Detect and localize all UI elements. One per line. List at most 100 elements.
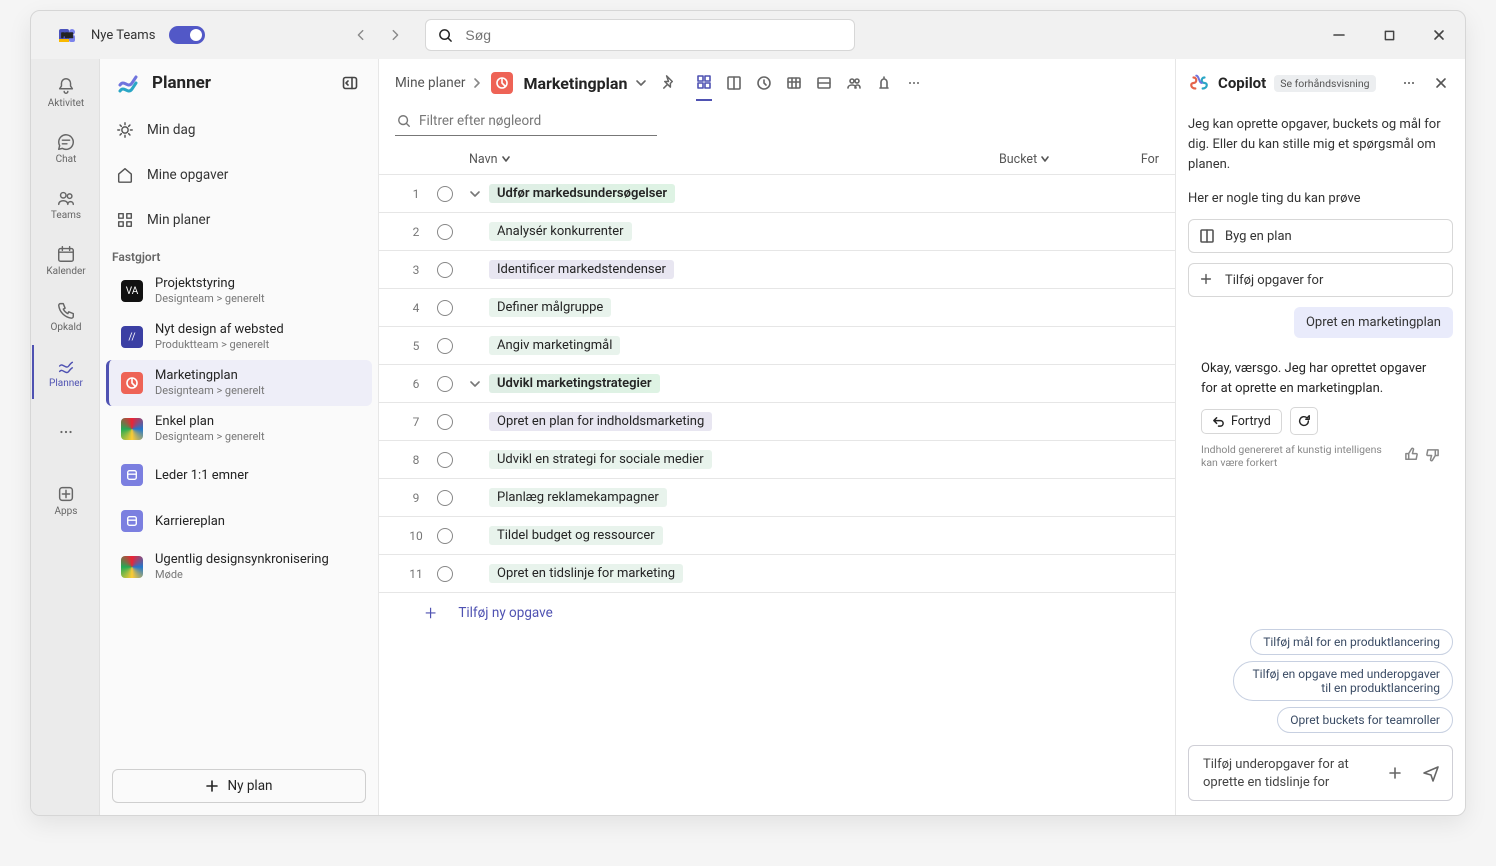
thumbs-up-button[interactable] <box>1404 447 1419 466</box>
suggestion-label: Byg en plan <box>1225 229 1292 244</box>
sidebar-plan-item[interactable]: MarketingplanDesignteam > generelt <box>106 360 372 406</box>
complete-toggle[interactable] <box>437 186 469 202</box>
view-board[interactable] <box>726 65 742 101</box>
plan-title-menu[interactable] <box>635 74 647 93</box>
plan-badge <box>121 418 143 440</box>
maximize-button[interactable] <box>1367 20 1411 50</box>
circle-icon <box>437 452 453 468</box>
new-plan-button[interactable]: Ny plan <box>112 769 366 803</box>
undo-button[interactable]: Fortryd <box>1201 409 1282 434</box>
plus-icon <box>205 779 219 793</box>
complete-toggle[interactable] <box>437 414 469 430</box>
col-name[interactable]: Navn <box>469 152 999 167</box>
add-task-row[interactable]: + Tilføj ny opgave <box>379 592 1175 632</box>
complete-toggle[interactable] <box>437 490 469 506</box>
breadcrumb-root[interactable]: Mine planer <box>395 75 465 91</box>
view-timeline[interactable] <box>786 65 802 101</box>
col-bucket[interactable]: Bucket <box>999 152 1119 167</box>
rail-chat[interactable]: Chat <box>32 121 98 175</box>
plan-badge <box>121 464 143 486</box>
plan-sub: Designteam > generelt <box>155 383 265 398</box>
pin-button[interactable] <box>661 74 676 93</box>
sidebar-myday[interactable]: Min dag <box>100 107 378 152</box>
view-goals[interactable] <box>876 65 892 101</box>
task-label: Udvikl en strategi for sociale medier <box>489 450 712 469</box>
plus-icon: + <box>425 601 436 625</box>
nav-forward-button[interactable] <box>383 23 407 47</box>
rail-calendar[interactable]: Kalender <box>32 233 98 287</box>
sidebar-plan-item[interactable]: Ugentlig designsynkroniseringMøde <box>106 544 372 590</box>
sidebar-plan-item[interactable]: Karriereplan <box>106 498 372 544</box>
task-row[interactable]: 5Angiv marketingmål <box>379 326 1175 364</box>
plan-color-chip <box>491 72 513 94</box>
task-group-row[interactable]: 1Udfør markedsundersøgelser <box>379 174 1175 212</box>
sidebar-plan-item[interactable]: VAProjektstyringDesignteam > generelt <box>106 268 372 314</box>
regenerate-button[interactable] <box>1290 407 1318 435</box>
task-group-row[interactable]: 6Udvikl marketingstrategier <box>379 364 1175 402</box>
copilot-close-button[interactable] <box>1429 71 1453 95</box>
task-row[interactable]: 7Opret en plan for indholdsmarketing <box>379 402 1175 440</box>
sidebar-collapse-button[interactable] <box>338 71 362 95</box>
new-plan-label: Ny plan <box>227 778 272 794</box>
copilot-input[interactable] <box>1201 754 1374 792</box>
copilot-suggestion[interactable]: Byg en plan <box>1188 219 1453 253</box>
plan-sub: Møde <box>155 567 329 582</box>
view-schedule[interactable] <box>756 65 772 101</box>
complete-toggle[interactable] <box>437 300 469 316</box>
complete-toggle[interactable] <box>437 376 469 392</box>
task-row[interactable]: 4Definer målgruppe <box>379 288 1175 326</box>
send-button[interactable] <box>1416 758 1446 788</box>
view-people[interactable] <box>846 65 862 101</box>
rail-activity[interactable]: Aktivitet <box>32 65 98 119</box>
collapse-toggle[interactable] <box>469 378 489 390</box>
rail-calls[interactable]: Opkald <box>32 289 98 343</box>
copilot-more-button[interactable] <box>1397 71 1421 95</box>
task-row[interactable]: 2Analysér konkurrenter <box>379 212 1175 250</box>
copilot-suggestion[interactable]: Tilføj opgaver for <box>1188 263 1453 297</box>
complete-toggle[interactable] <box>437 338 469 354</box>
collapse-toggle[interactable] <box>469 188 489 200</box>
nav-back-button[interactable] <box>349 23 373 47</box>
close-button[interactable] <box>1417 20 1461 50</box>
rail-teams[interactable]: Teams <box>32 177 98 231</box>
complete-toggle[interactable] <box>437 262 469 278</box>
sidebar-mytasks[interactable]: Mine opgaver <box>100 152 378 197</box>
plan-toolbar: Mine planer Marketingplan <box>379 59 1175 107</box>
attach-button[interactable] <box>1380 758 1410 788</box>
sidebar-plan-item[interactable]: //Nyt design af webstedProduktteam > gen… <box>106 314 372 360</box>
row-number: 4 <box>395 301 437 315</box>
sidebar-plan-item[interactable]: Enkel planDesignteam > generelt <box>106 406 372 452</box>
ai-disclaimer: Indhold genereret af kunstig intelligens… <box>1201 443 1398 469</box>
task-row[interactable]: 9Planlæg reklamekampagner <box>379 478 1175 516</box>
copilot-transcript[interactable]: Jeg kan oprette opgaver, buckets og mål … <box>1176 107 1465 735</box>
followup-chip[interactable]: Opret buckets for teamroller <box>1277 707 1453 733</box>
minimize-button[interactable] <box>1317 20 1361 50</box>
col-for[interactable]: For <box>1119 152 1159 167</box>
filter-input[interactable]: Filtrer efter nøgleord <box>395 107 657 136</box>
sidebar-plan-item[interactable]: Leder 1:1 emner <box>106 452 372 498</box>
circle-icon <box>437 528 453 544</box>
toolbar-more[interactable] <box>906 65 922 101</box>
complete-toggle[interactable] <box>437 452 469 468</box>
complete-toggle[interactable] <box>437 566 469 582</box>
followup-chip[interactable]: Tilføj en opgave med underopgaver til en… <box>1233 661 1453 701</box>
rail-more[interactable] <box>32 405 98 459</box>
complete-toggle[interactable] <box>437 528 469 544</box>
plan-name: Marketingplan <box>155 368 265 383</box>
search-input[interactable] <box>463 26 842 44</box>
rail-apps[interactable]: Apps <box>32 473 98 527</box>
task-row[interactable]: 11Opret en tidslinje for marketing <box>379 554 1175 592</box>
view-charts[interactable] <box>816 65 832 101</box>
followup-chip[interactable]: Tilføj mål for en produktlancering <box>1250 629 1453 655</box>
sidebar-myplans[interactable]: Min planer <box>100 197 378 242</box>
task-row[interactable]: 10Tildel budget og ressourcer <box>379 516 1175 554</box>
new-teams-toggle[interactable] <box>169 26 205 44</box>
task-label: Opret en plan for indholdsmarketing <box>489 412 712 431</box>
rail-planner[interactable]: Planner <box>32 345 98 399</box>
global-search[interactable] <box>425 19 855 51</box>
complete-toggle[interactable] <box>437 224 469 240</box>
view-grid[interactable] <box>696 65 712 101</box>
task-row[interactable]: 8Udvikl en strategi for sociale medier <box>379 440 1175 478</box>
task-row[interactable]: 3Identificer markedstendenser <box>379 250 1175 288</box>
thumbs-down-button[interactable] <box>1425 447 1440 466</box>
